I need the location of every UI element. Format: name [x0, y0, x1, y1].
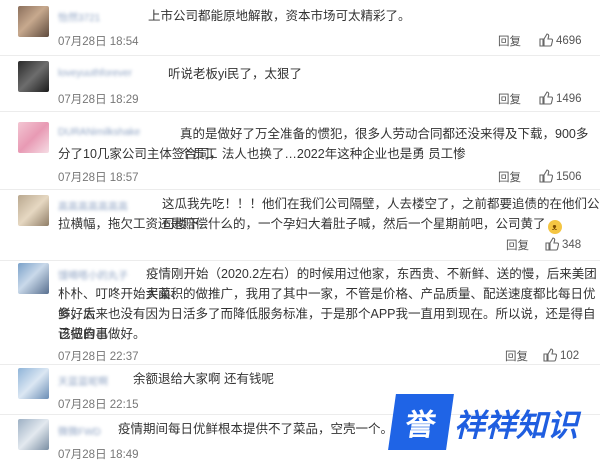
- comment-text-line: 拉横幅，拖欠工资还是赔偿什么的，一个孕妇大着肚子喊，然后一个星期前吧，公司黄了 ᴥ: [58, 214, 562, 234]
- timestamp: 07月28日 18:54: [58, 36, 139, 48]
- username[interactable]: 高高高高高高高: [58, 198, 128, 213]
- like-count: 1506: [556, 171, 582, 183]
- cat-face-icon: ᴥ: [547, 220, 562, 234]
- reply-button[interactable]: 回复: [498, 91, 521, 107]
- comment-text: 拉横幅，拖欠工资还是赔偿什么的，一个孕妇大着肚子喊，然后一个星期前吧，公司黄了: [58, 217, 546, 231]
- comment-item: DURANimilkshake 真的是做好了万全准备的惯犯，很多人劳动合同都还没…: [0, 111, 600, 190]
- username[interactable]: 微微FWD: [58, 423, 101, 438]
- like-button[interactable]: 102: [543, 348, 579, 362]
- comment-item: 馒嘀嗒小的丸子 疫情刚开始（2020.2左右）的时候用过他家，东西贵、不新鲜、送…: [0, 260, 600, 365]
- like-button[interactable]: 1506: [539, 169, 582, 183]
- username[interactable]: 馒嘀嗒小的丸子: [58, 267, 128, 282]
- comment-item: 高高高高高高高 这瓜我先吃！！！他们在我们公司隔壁，人去楼空了，之前都要追债的在…: [0, 189, 600, 261]
- timestamp: 07月28日 22:15: [58, 399, 139, 411]
- comment-text: 听说老板yi民了，太狠了: [168, 67, 303, 81]
- thumbs-up-icon: [539, 91, 553, 105]
- thumbs-up-icon: [545, 237, 559, 251]
- comment-text-line: 该做的事做好。: [58, 327, 146, 341]
- like-button[interactable]: 1496: [539, 91, 582, 105]
- thumbs-up-icon: [539, 33, 553, 47]
- comment-item: loveyuuthforever 听说老板yi民了，太狠了 07月28日 18:…: [0, 55, 600, 112]
- timestamp: 07月28日 18:29: [58, 94, 139, 106]
- watermark-text: 祥祥知识: [454, 407, 578, 444]
- avatar[interactable]: [18, 122, 49, 153]
- reply-button[interactable]: 回复: [505, 348, 528, 364]
- avatar[interactable]: [18, 368, 49, 399]
- comment-item: 怡然3721 上市公司都能原地解散，资本市场可太精彩了。 07月28日 18:5…: [0, 0, 600, 56]
- like-count: 102: [560, 350, 580, 362]
- watermark-logo: 誉 祥祥知识: [388, 382, 594, 462]
- avatar[interactable]: [18, 195, 49, 226]
- comment-text: 疫情期间每日优鲜根本提供不了菜品，空壳一个。就知道: [118, 422, 431, 436]
- reply-button[interactable]: 回复: [498, 169, 521, 185]
- timestamp: 07月28日 18:57: [58, 172, 139, 184]
- comment-list: 怡然3721 上市公司都能原地解散，资本市场可太精彩了。 07月28日 18:5…: [0, 0, 600, 468]
- like-count: 1496: [556, 93, 582, 105]
- username[interactable]: 怡然3721: [58, 9, 100, 24]
- comment-text-line: 分了10几家公司主体签合同，法人也换了…2022年这种企业也是勇 员工惨: [58, 147, 466, 161]
- avatar[interactable]: [18, 61, 49, 92]
- username[interactable]: loveyuuthforever: [58, 68, 132, 79]
- reply-button[interactable]: 回复: [498, 33, 521, 49]
- username[interactable]: DURANimilkshake: [58, 127, 140, 138]
- comment-text: 余额退给大家啊 还有钱呢: [133, 372, 274, 386]
- reply-button[interactable]: 回复: [506, 237, 529, 253]
- timestamp: 07月28日 22:37: [58, 351, 139, 363]
- like-button[interactable]: 348: [545, 237, 581, 251]
- comment-text: 上市公司都能原地解散，资本市场可太精彩了。: [148, 9, 411, 23]
- like-button[interactable]: 4696: [539, 33, 582, 47]
- thumbs-up-icon: [539, 169, 553, 183]
- like-count: 4696: [556, 35, 582, 47]
- like-count: 348: [562, 239, 582, 251]
- watermark-badge: 誉: [388, 394, 454, 450]
- avatar[interactable]: [18, 263, 49, 294]
- avatar[interactable]: [18, 419, 49, 450]
- avatar[interactable]: [18, 6, 49, 37]
- username[interactable]: 天蓝蓝呢啊: [58, 373, 108, 388]
- thumbs-up-icon: [543, 348, 557, 362]
- timestamp: 07月28日 18:49: [58, 449, 139, 461]
